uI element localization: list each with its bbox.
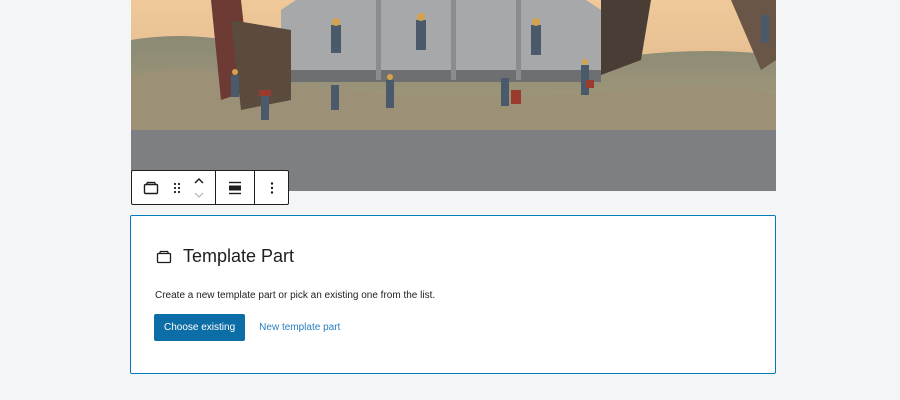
placeholder-title: Template Part bbox=[183, 246, 295, 266]
move-up-button[interactable] bbox=[193, 174, 205, 188]
align-button[interactable] bbox=[216, 171, 254, 204]
more-options-button[interactable] bbox=[255, 171, 289, 204]
block-toolbar bbox=[131, 170, 289, 205]
template-part-placeholder[interactable]: Template Part Create a new template part… bbox=[130, 215, 776, 374]
more-vertical-icon bbox=[270, 181, 274, 195]
placeholder-label: Template Part bbox=[155, 246, 294, 267]
chevron-up-icon bbox=[193, 177, 205, 185]
align-icon bbox=[228, 181, 242, 195]
template-part-icon bbox=[155, 248, 173, 266]
placeholder-instructions: Create a new template part or pick an ex… bbox=[155, 290, 436, 301]
toolbar-group-block bbox=[132, 171, 216, 204]
cover-image bbox=[131, 0, 776, 130]
choose-existing-button[interactable]: Choose existing bbox=[154, 314, 246, 341]
drag-handle-button[interactable] bbox=[170, 171, 184, 204]
toolbar-group-more bbox=[255, 171, 289, 204]
drag-handle-icon bbox=[173, 182, 181, 194]
block-type-button[interactable] bbox=[132, 171, 170, 204]
toolbar-group-align bbox=[216, 171, 255, 204]
template-part-icon bbox=[143, 181, 159, 195]
media-block[interactable] bbox=[131, 0, 776, 191]
block-mover bbox=[188, 171, 210, 204]
chevron-down-icon bbox=[193, 191, 205, 199]
move-down-button[interactable] bbox=[193, 188, 205, 202]
placeholder-actions: Choose existing New template part bbox=[154, 314, 349, 341]
new-template-part-button[interactable]: New template part bbox=[250, 314, 349, 341]
